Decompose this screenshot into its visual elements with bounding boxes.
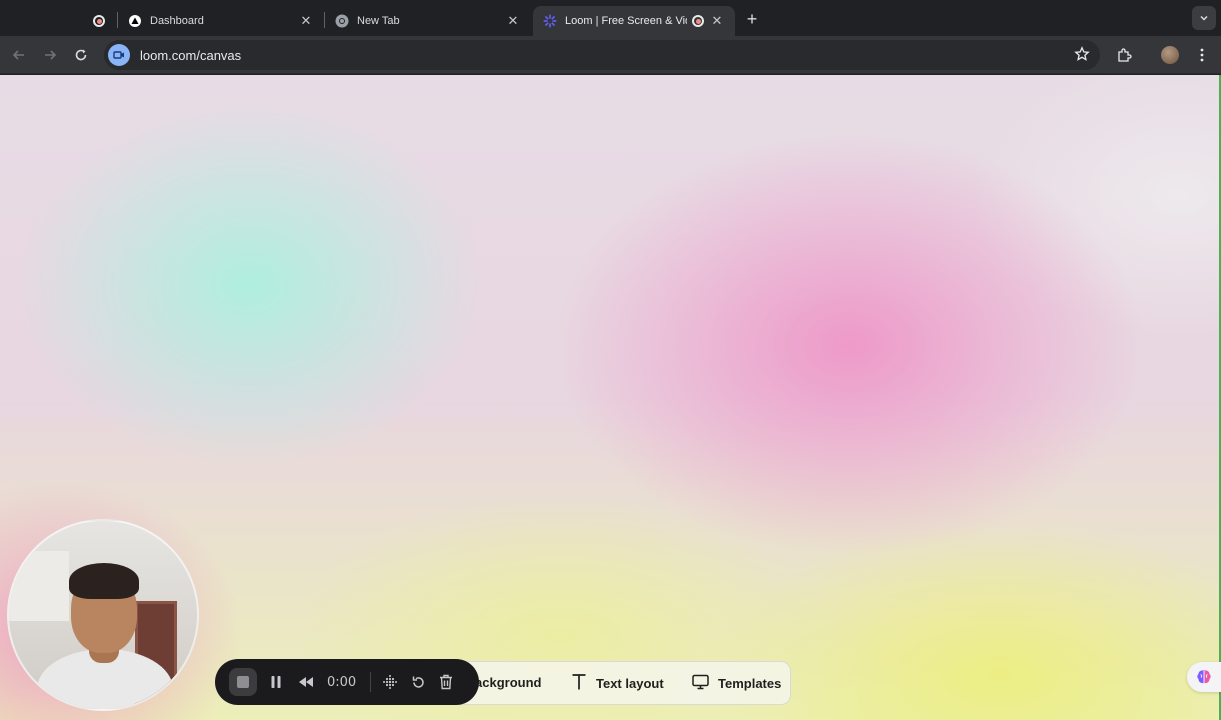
tab-title: Loom | Free Screen & Vide [565, 15, 687, 27]
close-icon[interactable]: ✕ [298, 13, 314, 29]
vercel-triangle-icon [128, 14, 142, 28]
close-icon[interactable]: ✕ [709, 13, 725, 29]
tab-recording[interactable] [82, 6, 118, 36]
recording-icon [92, 14, 106, 28]
divider [370, 672, 372, 692]
stop-icon [237, 676, 249, 688]
chrome-icon [335, 14, 349, 28]
forward-button[interactable] [38, 43, 62, 67]
address-bar[interactable]: loom.com/canvas [104, 40, 1100, 70]
restart-button[interactable] [405, 669, 431, 695]
tab-title: New Tab [357, 15, 400, 27]
loom-icon [543, 14, 557, 28]
templates-option[interactable]: Templates [692, 674, 781, 693]
brain-icon [1197, 670, 1211, 684]
rewind-button[interactable] [293, 669, 319, 695]
stop-button[interactable] [229, 668, 257, 696]
restart-icon [412, 676, 424, 688]
reload-icon [75, 49, 87, 61]
tab-strip: Dashboard ✕ New Tab ✕ Loom | Free Screen… [0, 0, 1221, 36]
chevron-down-icon [1200, 15, 1208, 21]
monitor-icon [692, 674, 709, 693]
ai-assistant-button[interactable] [1187, 662, 1221, 692]
templates-label: Templates [718, 676, 782, 691]
pause-button[interactable] [263, 669, 289, 695]
close-icon[interactable]: ✕ [505, 13, 521, 29]
tab-search-button[interactable] [1192, 6, 1216, 30]
recording-timer: 0:00 [327, 674, 357, 690]
text-layout-label: Text layout [596, 676, 664, 691]
site-info-icon[interactable] [108, 44, 130, 66]
recording-icon [691, 14, 705, 28]
kebab-menu-icon [1200, 48, 1204, 62]
url-text: loom.com/canvas [140, 47, 242, 63]
tab-loom[interactable]: Loom | Free Screen & Vide ✕ [533, 6, 735, 36]
browser-toolbar: loom.com/canvas [0, 36, 1221, 74]
arrow-right-icon [45, 50, 57, 60]
new-tab-button[interactable]: + [741, 8, 763, 30]
tab-title: Dashboard [150, 15, 204, 27]
profile-avatar[interactable] [1158, 43, 1182, 67]
extensions-button[interactable] [1112, 43, 1136, 67]
background-label: ackground [475, 675, 542, 690]
rewind-icon [299, 677, 313, 687]
puzzle-icon [1118, 48, 1132, 62]
text-layout-option[interactable]: Text layout [571, 673, 664, 694]
pause-icon [271, 676, 281, 688]
tab-new-tab[interactable]: New Tab ✕ [325, 6, 531, 36]
tab-dashboard[interactable]: Dashboard ✕ [118, 6, 324, 36]
recording-controls: 0:00 [215, 659, 479, 705]
bookmark-star-icon[interactable] [1074, 46, 1090, 67]
menu-button[interactable] [1190, 43, 1214, 67]
dots-grid-icon [383, 675, 398, 689]
arrow-left-icon [12, 50, 24, 60]
trash-icon [440, 674, 453, 690]
text-t-icon [571, 673, 587, 694]
reload-button[interactable] [69, 43, 93, 67]
back-button[interactable] [7, 43, 31, 67]
delete-button[interactable] [433, 669, 459, 695]
background-option[interactable]: ackground [475, 675, 541, 690]
camera-bubble[interactable] [7, 519, 199, 711]
blur-button[interactable] [377, 669, 403, 695]
loom-canvas: ackground Text layout Templates 0:00 [0, 75, 1221, 720]
